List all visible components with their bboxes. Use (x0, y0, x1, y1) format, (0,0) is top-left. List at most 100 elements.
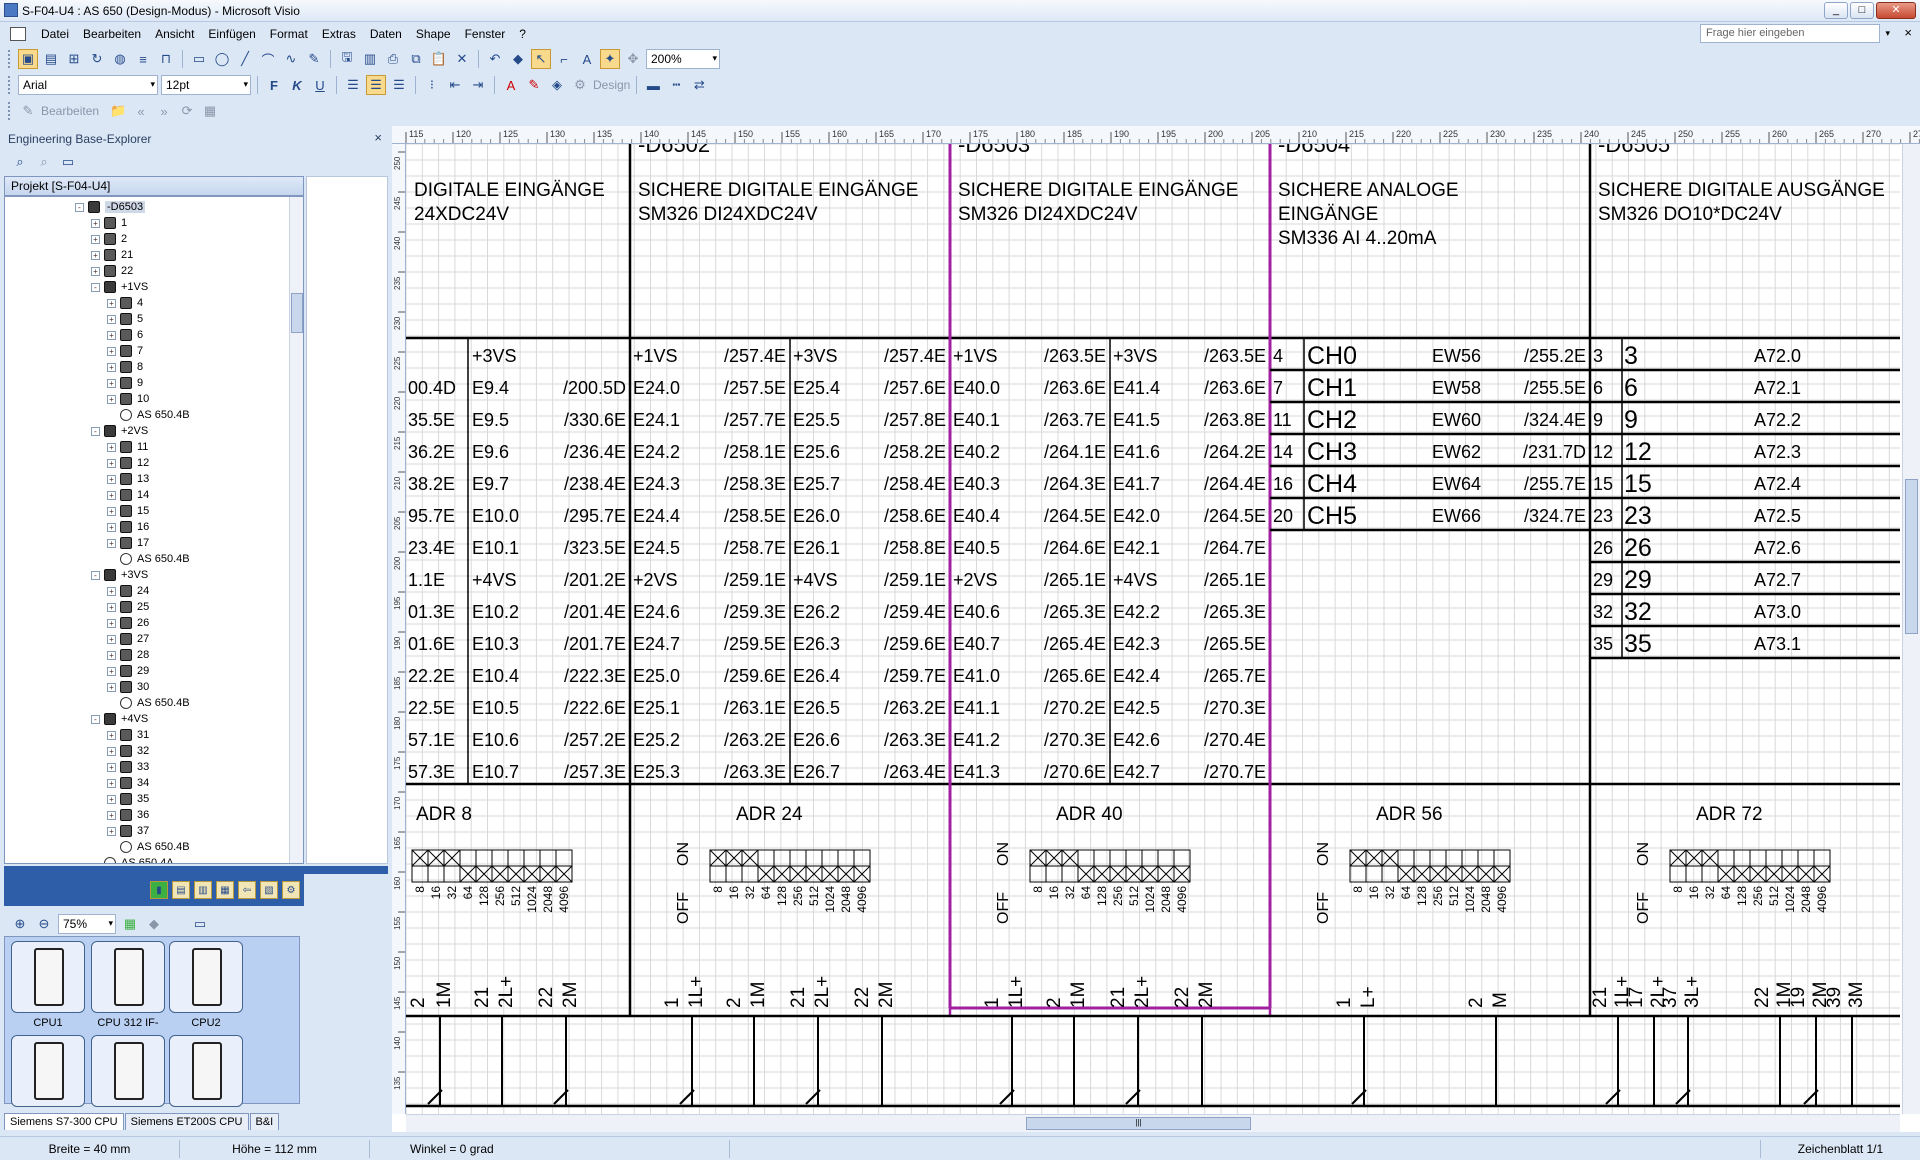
tree-node[interactable]: +28 (107, 647, 149, 663)
search-next-icon[interactable]: ⌕ (34, 152, 54, 172)
tree-node[interactable]: +6 (107, 327, 143, 343)
minimize-button[interactable]: _ (1824, 2, 1848, 19)
bold-button[interactable]: F (264, 75, 284, 95)
view-icon[interactable]: ▭ (58, 152, 78, 172)
stencil-zoom-select[interactable]: 75% ▾ (58, 914, 116, 934)
tree-node[interactable]: +30 (107, 679, 149, 695)
refresh-icon[interactable]: ↻ (87, 49, 107, 69)
tree-node[interactable]: AS 650.4B (107, 695, 190, 711)
expand-icon[interactable]: + (107, 666, 116, 676)
edit-icon[interactable]: ✎ (18, 101, 38, 121)
italic-button[interactable]: K (287, 75, 307, 95)
document-icon[interactable] (10, 27, 26, 41)
undo-icon[interactable]: ↶ (485, 49, 505, 69)
expand-icon[interactable]: + (107, 474, 116, 484)
help-dropdown-icon[interactable]: ▾ (1885, 28, 1890, 39)
tree-scroll-thumb[interactable] (291, 293, 303, 333)
expand-icon[interactable]: + (107, 810, 116, 820)
tree-node[interactable]: +21 (91, 247, 133, 263)
zoom-select[interactable]: 200% ▾ (646, 49, 720, 69)
connector-icon[interactable]: ⊓ (156, 49, 176, 69)
shape-module[interactable] (11, 1035, 85, 1107)
expand-icon[interactable]: + (107, 378, 116, 388)
font-size-select[interactable]: 12pt ▾ (161, 75, 251, 95)
shape-cpu2[interactable] (169, 941, 243, 1013)
menu-ansicht[interactable]: Ansicht (148, 27, 201, 41)
freeform-tool-icon[interactable]: ∿ (281, 49, 301, 69)
tree-node[interactable]: - +3VS (91, 567, 148, 583)
expand-icon[interactable]: + (107, 458, 116, 468)
horizontal-scrollbar[interactable]: ||| (406, 1114, 1900, 1132)
expand-icon[interactable]: + (107, 490, 116, 500)
tree-node[interactable]: +14 (107, 487, 149, 503)
expand-icon[interactable]: + (107, 394, 116, 404)
globe-icon[interactable]: ◍ (110, 49, 130, 69)
tree-node[interactable]: +31 (107, 727, 149, 743)
tree-node[interactable]: +7 (107, 343, 143, 359)
tree-icon[interactable]: ⊞ (64, 49, 84, 69)
pan-zoom-icon[interactable]: ✥ (623, 49, 643, 69)
tree-node[interactable]: +29 (107, 663, 149, 679)
text-tool-icon[interactable]: A (577, 49, 597, 69)
align-center-icon[interactable]: ☰ (366, 75, 386, 95)
document-close-button[interactable]: × (1904, 25, 1912, 40)
rectangle-tool-icon[interactable]: ▭ (189, 49, 209, 69)
pencil-tool-icon[interactable]: ✎ (304, 49, 324, 69)
menu-datei[interactable]: Datei (34, 27, 76, 41)
expand-icon[interactable]: + (107, 314, 116, 324)
tree-node[interactable]: +33 (107, 759, 149, 775)
tree-node[interactable]: +17 (107, 535, 149, 551)
tree-node[interactable]: AS 650.4B (107, 407, 190, 423)
menu-format[interactable]: Format (263, 27, 315, 41)
tree-node[interactable]: +8 (107, 359, 143, 375)
collapse-icon[interactable]: - (91, 714, 100, 724)
tree-node[interactable]: +25 (107, 599, 149, 615)
expand-icon[interactable]: + (107, 730, 116, 740)
line-pattern-icon[interactable]: ┅ (666, 75, 686, 95)
navigate-forward-icon[interactable]: » (154, 101, 174, 121)
shapes-icon[interactable]: ◆ (508, 49, 528, 69)
expand-icon[interactable]: + (107, 586, 116, 596)
menu-shape[interactable]: Shape (409, 27, 458, 41)
properties-icon[interactable]: ▦ (200, 101, 220, 121)
tree-node[interactable]: +16 (107, 519, 149, 535)
shape-module[interactable] (169, 1035, 243, 1107)
expand-icon[interactable]: + (107, 746, 116, 756)
tree-node[interactable]: +2 (91, 231, 127, 247)
line-weight-icon[interactable]: ▬ (643, 75, 663, 95)
pointer-view-icon[interactable]: ▣ (18, 49, 38, 69)
navigate-back-icon[interactable]: « (131, 101, 151, 121)
menu-help[interactable]: ? (512, 27, 533, 41)
folder-icon[interactable]: 📁 (108, 101, 128, 121)
shape-module[interactable] (91, 1035, 165, 1107)
expand-icon[interactable]: + (107, 346, 116, 356)
stack-icon[interactable]: ≡ (133, 49, 153, 69)
menu-daten[interactable]: Daten (363, 27, 409, 41)
connector-tool-icon[interactable]: ⌐ (554, 49, 574, 69)
collapse-icon[interactable]: - (91, 570, 100, 580)
tree-node[interactable]: - +1VS (91, 279, 148, 295)
shape-icon[interactable]: ◆ (144, 914, 164, 934)
print-icon[interactable]: ⎙ (383, 49, 403, 69)
tree-node[interactable]: +10 (107, 391, 149, 407)
tree-node[interactable]: AS 650.4A (91, 855, 174, 863)
maximize-button[interactable]: □ (1850, 2, 1874, 19)
tree-node[interactable]: +32 (107, 743, 149, 759)
font-select[interactable]: Arial ▾ (18, 75, 158, 95)
stencil-doc-icon[interactable]: ▦ (216, 881, 234, 899)
expand-icon[interactable]: + (107, 538, 116, 548)
tree-node[interactable]: - -D6503 (75, 199, 146, 215)
menu-einfuegen[interactable]: Einfügen (201, 27, 262, 41)
vertical-scroll-thumb[interactable] (1905, 479, 1918, 634)
stencil-settings-icon[interactable]: ⚙ (282, 881, 300, 899)
delete-icon[interactable]: ✕ (452, 49, 472, 69)
expand-icon[interactable]: + (107, 826, 116, 836)
collapse-icon[interactable]: - (91, 426, 100, 436)
arrow-left-icon[interactable]: ⇦ (238, 881, 256, 899)
ellipse-tool-icon[interactable]: ◯ (212, 49, 232, 69)
green-shape-icon[interactable]: ▮ (150, 881, 168, 899)
stencil-icon[interactable]: ▤ (172, 881, 190, 899)
tab-et200s-cpu[interactable]: Siemens ET200S CPU (124, 1113, 249, 1130)
copy-icon[interactable]: ⧉ (406, 49, 426, 69)
close-button[interactable]: ✕ (1876, 2, 1916, 19)
